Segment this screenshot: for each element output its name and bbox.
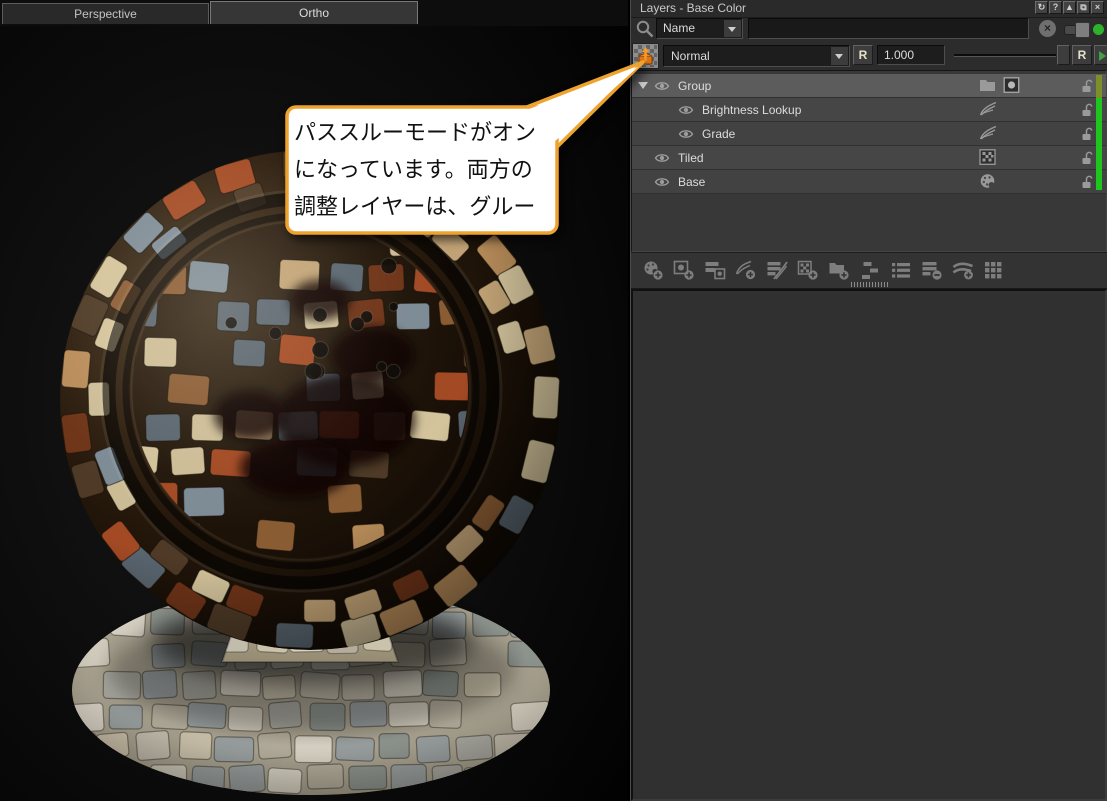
application-window: Perspective Ortho Layers - Base Color ↻ … <box>0 0 1107 801</box>
restore-icon[interactable]: ⧉ <box>1077 1 1090 14</box>
remove-layer-button[interactable] <box>918 257 945 285</box>
unlock-icon[interactable] <box>1080 78 1094 93</box>
add-adjustment-layer-button[interactable] <box>732 257 759 285</box>
layer-row-group[interactable]: Group <box>632 74 1106 98</box>
share-layer-button[interactable] <box>949 257 976 285</box>
layer-grid-view-button[interactable] <box>980 257 1007 285</box>
unlock-icon[interactable] <box>1080 102 1094 117</box>
share-layer-icon <box>952 260 974 281</box>
slider-handle[interactable] <box>1057 45 1070 65</box>
paint-palette-icon <box>979 173 996 189</box>
adjustment-curve-icon <box>979 125 997 141</box>
refresh-icon[interactable]: ↻ <box>1035 1 1048 14</box>
collapse-icon[interactable]: ▲ <box>1063 1 1076 14</box>
tab-perspective[interactable]: Perspective <box>2 3 209 24</box>
add-mask-layer-button[interactable] <box>670 257 697 285</box>
layer-list: Group Brightness Lookup <box>631 70 1107 252</box>
blend-mode-select[interactable]: Normal <box>663 45 850 67</box>
viewport-tabbar: Perspective Ortho <box>0 0 628 26</box>
add-group-icon <box>828 260 850 281</box>
unlock-icon[interactable] <box>1080 174 1094 189</box>
merge-layers-button[interactable] <box>856 257 883 285</box>
layer-toolbar <box>631 252 1107 289</box>
layers-panel: Layers - Base Color ↻ ? ▲ ⧉ × Name × <box>630 0 1107 801</box>
layer-name: Base <box>678 175 705 189</box>
clear-search-button[interactable]: × <box>1039 20 1056 37</box>
layer-row-grade[interactable]: Grade <box>632 122 1106 146</box>
add-adjustment-stack-button[interactable] <box>763 257 790 285</box>
add-layer-with-mask-icon <box>704 260 726 281</box>
merge-layers-icon <box>859 260 881 281</box>
status-indicator <box>1093 24 1104 35</box>
add-procedural-layer-button[interactable] <box>794 257 821 285</box>
add-layer-with-mask-button[interactable] <box>701 257 728 285</box>
add-group-button[interactable] <box>825 257 852 285</box>
tab-ortho[interactable]: Ortho <box>210 1 418 24</box>
blend-mode-row: Normal R 1.000 R <box>631 42 1107 70</box>
help-icon[interactable]: ? <box>1049 1 1062 14</box>
blend-amount-slider[interactable] <box>952 45 1070 65</box>
layer-grid-view-icon <box>983 260 1005 281</box>
add-procedural-layer-icon <box>797 260 819 281</box>
visibility-eye-icon[interactable] <box>677 128 695 140</box>
panel-header: Layers - Base Color ↻ ? ▲ ⧉ × <box>631 0 1107 18</box>
add-paint-layer-button[interactable] <box>639 257 666 285</box>
layer-name: Tiled <box>678 151 704 165</box>
window-controls: ↻ ? ▲ ⧉ × <box>1035 1 1104 14</box>
search-icon <box>635 19 655 39</box>
add-adjustment-layer-icon <box>735 260 757 281</box>
reset-slider-button[interactable]: R <box>1072 45 1092 65</box>
close-icon[interactable]: × <box>1091 1 1104 14</box>
add-adjustment-stack-icon <box>766 260 788 281</box>
filter-toggle-knob[interactable] <box>1075 22 1090 38</box>
layer-list-view-button[interactable] <box>887 257 914 285</box>
filter-toggle[interactable] <box>1064 25 1089 35</box>
empty-panel-area <box>631 289 1107 801</box>
mask-thumbnail-icon[interactable] <box>1003 77 1020 93</box>
layer-name: Group <box>678 79 711 93</box>
layer-name: Grade <box>702 127 735 141</box>
layer-row-base[interactable]: Base <box>632 170 1106 194</box>
reset-blend-button[interactable]: R <box>853 45 873 65</box>
layer-row-tiled[interactable]: Tiled <box>632 146 1106 170</box>
remove-layer-icon <box>921 260 943 281</box>
layer-filter-row: Name × <box>631 17 1107 42</box>
blend-mode-value: Normal <box>671 49 710 63</box>
visibility-eye-icon[interactable] <box>677 104 695 116</box>
filter-field-select[interactable]: Name <box>656 18 743 39</box>
panel-title: Layers - Base Color <box>640 1 746 15</box>
slider-track <box>954 54 1056 57</box>
filter-field-value: Name <box>663 21 695 35</box>
unlock-icon[interactable] <box>1080 126 1094 141</box>
add-paint-layer-icon <box>642 260 664 281</box>
adjustment-curve-icon <box>979 101 997 117</box>
chevron-down-icon <box>830 47 848 65</box>
cache-status-bar <box>1096 75 1102 190</box>
blend-amount-field[interactable]: 1.000 <box>877 45 945 65</box>
unlock-icon[interactable] <box>1080 150 1094 165</box>
tooltip-text: パススルーモードがオン になっています。両方の 調整レイヤーは、グルー <box>294 114 550 225</box>
panel-resize-gripper[interactable] <box>851 282 889 287</box>
folder-icon <box>979 77 996 93</box>
procedural-tiled-icon <box>979 149 996 165</box>
layer-row-brightness-lookup[interactable]: Brightness Lookup <box>632 98 1106 122</box>
layer-search-input[interactable] <box>748 18 1029 39</box>
layer-list-view-icon <box>890 260 912 281</box>
chevron-down-icon <box>723 20 741 37</box>
play-button[interactable] <box>1094 45 1107 65</box>
layer-name: Brightness Lookup <box>702 103 801 117</box>
add-mask-layer-icon <box>673 260 695 281</box>
